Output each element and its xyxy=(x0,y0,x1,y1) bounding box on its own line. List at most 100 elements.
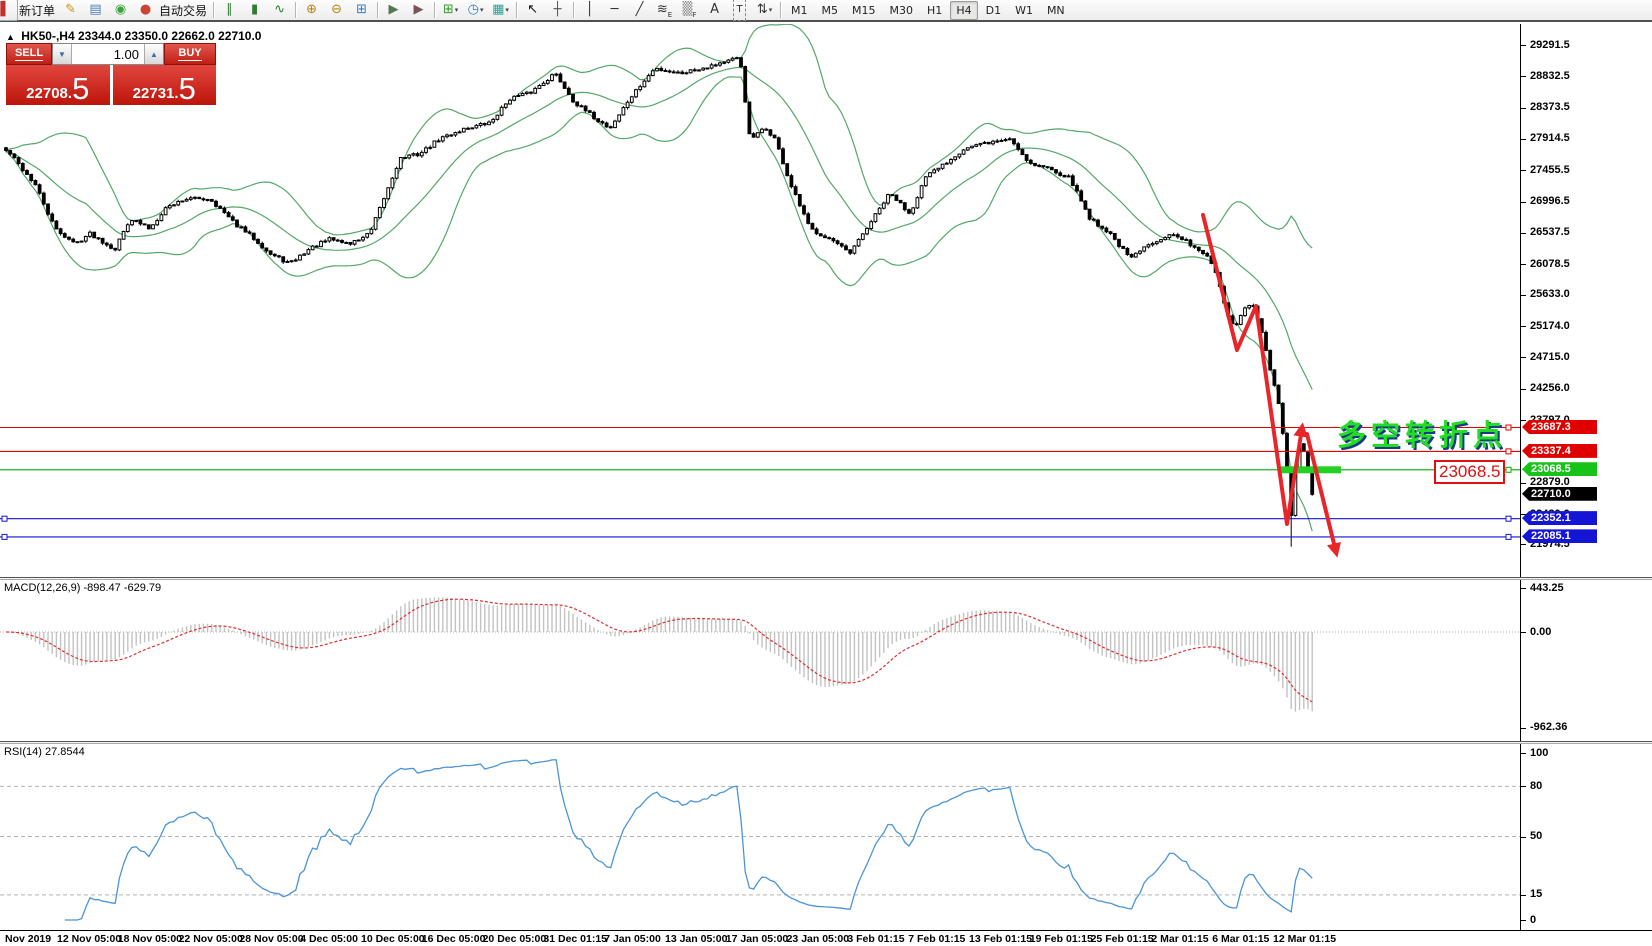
rsi-name: RSI(14) xyxy=(4,746,42,758)
timeframe-h1[interactable]: H1 xyxy=(921,1,948,20)
price-tick-label: 27455.5 xyxy=(1530,164,1570,176)
price-tick-label: 28832.5 xyxy=(1530,70,1570,82)
time-axis-label: 22 Nov 05:00 xyxy=(179,933,243,945)
time-axis-label: 16 Dec 05:00 xyxy=(422,933,486,945)
rsi-scale-label: 50 xyxy=(1530,830,1542,842)
price-tick-label: 25174.0 xyxy=(1530,320,1570,332)
volume-decrease-button[interactable]: ▼ xyxy=(53,44,72,64)
zoom-in-icon[interactable]: ⊕ xyxy=(299,0,324,21)
timeframe-mn[interactable]: MN xyxy=(1041,1,1071,20)
rsi-scale-label: 0 xyxy=(1530,914,1536,926)
macd-values: -898.47 -629.79 xyxy=(83,582,161,594)
timeframe-m5[interactable]: M5 xyxy=(816,1,845,20)
macd-scale-label: 0.00 xyxy=(1530,626,1551,638)
price-level-badge: 23337.4 xyxy=(1522,444,1597,458)
crosshair-icon[interactable]: ┼ xyxy=(545,0,570,21)
text-label-icon[interactable]: T xyxy=(727,0,752,21)
main-price-chart[interactable] xyxy=(0,24,1520,577)
price-axis[interactable]: 29291.528832.528373.527914.527455.526996… xyxy=(1520,24,1652,930)
pane-separator[interactable] xyxy=(0,577,1652,580)
price-axis-tick xyxy=(1521,139,1526,140)
macd-axis-tick xyxy=(1521,588,1526,589)
price-axis-tick xyxy=(1521,544,1526,545)
bar-chart-icon[interactable]: ∥ xyxy=(217,0,242,21)
sell-price[interactable]: 22708.5 xyxy=(6,65,113,105)
pane-separator[interactable] xyxy=(0,741,1652,744)
rsi-label: RSI(14) 27.8544 xyxy=(4,746,85,758)
time-axis-label: 13 Jan 05:00 xyxy=(665,933,727,945)
horizontal-line-icon[interactable]: ─ xyxy=(602,0,627,21)
zigzag-arrow-drawing[interactable] xyxy=(1203,215,1302,524)
chart-window[interactable]: ▲ HK50-,H4 23344.0 23350.0 22662.0 22710… xyxy=(0,24,1652,945)
grid-icon[interactable]: ▒F xyxy=(677,0,702,21)
toolbar-separator xyxy=(213,2,214,18)
macd-pane[interactable] xyxy=(0,580,1520,738)
vertical-line-icon[interactable]: │ xyxy=(577,0,602,21)
time-axis-label: 2 Mar 01:15 xyxy=(1151,933,1208,945)
modify-order-icon[interactable]: ✎ xyxy=(58,0,83,21)
periods-icon[interactable]: ◷▾ xyxy=(463,0,488,21)
price-flag-label[interactable]: 23068.5 xyxy=(1434,460,1505,484)
timeframe-m15[interactable]: M15 xyxy=(846,1,882,20)
candlestick-chart-icon[interactable]: ▮ xyxy=(242,0,267,21)
macd-axis-tick xyxy=(1521,632,1526,633)
time-axis-label: 6 Mar 01:15 xyxy=(1212,933,1269,945)
time-axis-label: 31 Dec 01:15 xyxy=(543,933,607,945)
timeframe-m30[interactable]: M30 xyxy=(884,1,920,20)
rsi-pane[interactable] xyxy=(0,744,1520,928)
price-axis-tick xyxy=(1521,45,1526,46)
toolbar-separator xyxy=(516,2,517,18)
green-zone-rect[interactable] xyxy=(1278,466,1341,473)
price-axis-tick xyxy=(1521,108,1526,109)
toolbar-separator xyxy=(434,2,435,18)
toolbar-separator xyxy=(295,2,296,18)
arrows-icon[interactable]: ⇅▾ xyxy=(752,0,777,21)
bollinger-lower-band xyxy=(6,77,1312,531)
templates-icon[interactable]: ▦▾ xyxy=(488,0,513,21)
price-tick-label: 22879.0 xyxy=(1530,476,1570,488)
price-tick-label: 26537.5 xyxy=(1530,226,1570,238)
macd-scale-label: 443.25 xyxy=(1530,582,1564,594)
one-click-trading-panel: SELL ▼ ▲ BUY 22708.5 22731.5 xyxy=(6,43,216,105)
price-axis-tick xyxy=(1521,389,1526,390)
volume-increase-button[interactable]: ▲ xyxy=(144,44,163,64)
price-axis-tick xyxy=(1521,170,1526,171)
autoscroll-icon[interactable]: ▶ xyxy=(406,0,431,21)
time-axis-label: 25 Feb 01:15 xyxy=(1091,933,1154,945)
time-axis-label: 17 Jan 05:00 xyxy=(726,933,788,945)
timeframe-h4[interactable]: H4 xyxy=(950,1,977,20)
text-icon[interactable]: A xyxy=(702,0,727,21)
cursor-icon[interactable]: ↖ xyxy=(520,0,545,21)
shift-end-icon[interactable]: ▶ xyxy=(381,0,406,21)
zoom-out-icon[interactable]: ⊖ xyxy=(324,0,349,21)
timeframe-d1[interactable]: D1 xyxy=(980,1,1007,20)
timeframe-m1[interactable]: M1 xyxy=(785,1,814,20)
rsi-axis-tick xyxy=(1521,753,1526,754)
trendline-icon[interactable]: ╱ xyxy=(627,0,652,21)
signals-icon[interactable]: ◉ xyxy=(108,0,133,21)
fibonacci-icon[interactable]: ≋E xyxy=(652,0,677,21)
volume-input[interactable] xyxy=(72,44,144,64)
tile-windows-icon[interactable]: ⊞ xyxy=(349,0,374,21)
toolbar-separator xyxy=(573,2,574,18)
time-axis[interactable]: Nov 201912 Nov 05:0018 Nov 05:0022 Nov 0… xyxy=(0,930,1652,946)
profiles-icon[interactable]: ▤ xyxy=(83,0,108,21)
sell-button[interactable]: SELL xyxy=(6,43,52,65)
rsi-axis-tick xyxy=(1521,920,1526,921)
autotrading-icon[interactable]: ● xyxy=(133,0,158,21)
macd-histogram xyxy=(6,597,1312,711)
line-chart-icon[interactable]: ∿ xyxy=(267,0,292,21)
time-axis-label: Nov 2019 xyxy=(5,933,51,945)
timeframe-w1[interactable]: W1 xyxy=(1009,1,1039,20)
time-axis-label: 7 Feb 01:15 xyxy=(908,933,965,945)
sell-price-pip: 5 xyxy=(72,77,89,101)
buy-price[interactable]: 22731.5 xyxy=(113,65,217,105)
turning-point-annotation[interactable]: 多空转折点 xyxy=(1337,412,1507,454)
rsi-axis-tick xyxy=(1521,837,1526,838)
buy-button[interactable]: BUY xyxy=(164,43,216,65)
toolbar-separator xyxy=(780,2,781,18)
symbol-period-label: HK50-,H4 xyxy=(21,29,74,43)
rsi-value: 27.8544 xyxy=(45,746,85,758)
new-order-icon[interactable]: ▌ xyxy=(0,0,18,21)
new-chart-icon[interactable]: ⊞▾ xyxy=(438,0,463,21)
